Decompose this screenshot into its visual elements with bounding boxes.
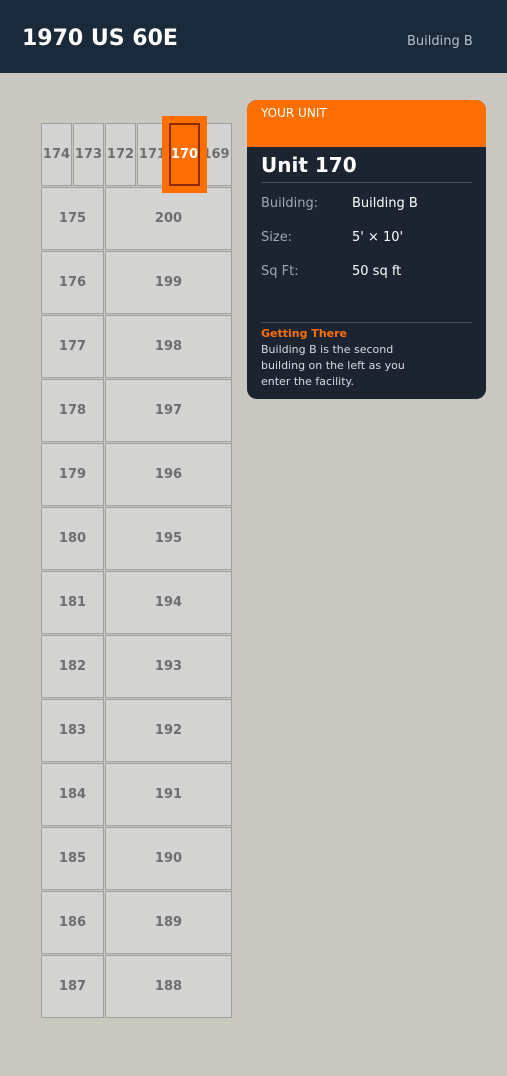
divider (261, 182, 472, 183)
unit-200[interactable]: 200 (105, 187, 232, 250)
unit-179[interactable]: 179 (41, 443, 104, 506)
unit-183[interactable]: 183 (41, 699, 104, 762)
unit-193[interactable]: 193 (105, 635, 232, 698)
unit-190[interactable]: 190 (105, 827, 232, 890)
unit-187[interactable]: 187 (41, 955, 104, 1018)
unit-199[interactable]: 199 (105, 251, 232, 314)
unit-172[interactable]: 172 (105, 123, 136, 186)
unit-196[interactable]: 196 (105, 443, 232, 506)
unit-176[interactable]: 176 (41, 251, 104, 314)
facility-address: 1970 US 60E (22, 26, 178, 51)
unit-195[interactable]: 195 (105, 507, 232, 570)
unit-177[interactable]: 177 (41, 315, 104, 378)
building-name: Building B (407, 34, 473, 49)
unit-197[interactable]: 197 (105, 379, 232, 442)
unit-title: Unit 170 (261, 153, 357, 177)
sqft-value: 50 sq ft (352, 264, 402, 279)
unit-182[interactable]: 182 (41, 635, 104, 698)
unit-192[interactable]: 192 (105, 699, 232, 762)
directions-title: Getting There (261, 327, 347, 340)
app-header: 1970 US 60E Building B (0, 0, 507, 73)
card-header: YOUR UNIT (247, 100, 486, 147)
card-kicker: YOUR UNIT (261, 106, 327, 120)
unit-175[interactable]: 175 (41, 187, 104, 250)
unit-186[interactable]: 186 (41, 891, 104, 954)
unit-191[interactable]: 191 (105, 763, 232, 826)
unit-170-selected[interactable]: 170 (162, 116, 207, 193)
size-label: Size: (261, 230, 293, 245)
unit-180[interactable]: 180 (41, 507, 104, 570)
size-value: 5' × 10' (352, 230, 404, 245)
building-label: Building: (261, 196, 319, 211)
unit-181[interactable]: 181 (41, 571, 104, 634)
unit-info-card: YOUR UNIT Unit 170 Building: Building B … (247, 100, 486, 399)
unit-189[interactable]: 189 (105, 891, 232, 954)
unit-188[interactable]: 188 (105, 955, 232, 1018)
directions-text: Building B is the second building on the… (261, 343, 405, 388)
unit-178[interactable]: 178 (41, 379, 104, 442)
sqft-label: Sq Ft: (261, 264, 299, 279)
unit-198[interactable]: 198 (105, 315, 232, 378)
unit-173[interactable]: 173 (73, 123, 104, 186)
unit-194[interactable]: 194 (105, 571, 232, 634)
unit-185[interactable]: 185 (41, 827, 104, 890)
unit-174[interactable]: 174 (41, 123, 72, 186)
unit-184[interactable]: 184 (41, 763, 104, 826)
building-value: Building B (352, 196, 418, 211)
divider (261, 322, 472, 323)
